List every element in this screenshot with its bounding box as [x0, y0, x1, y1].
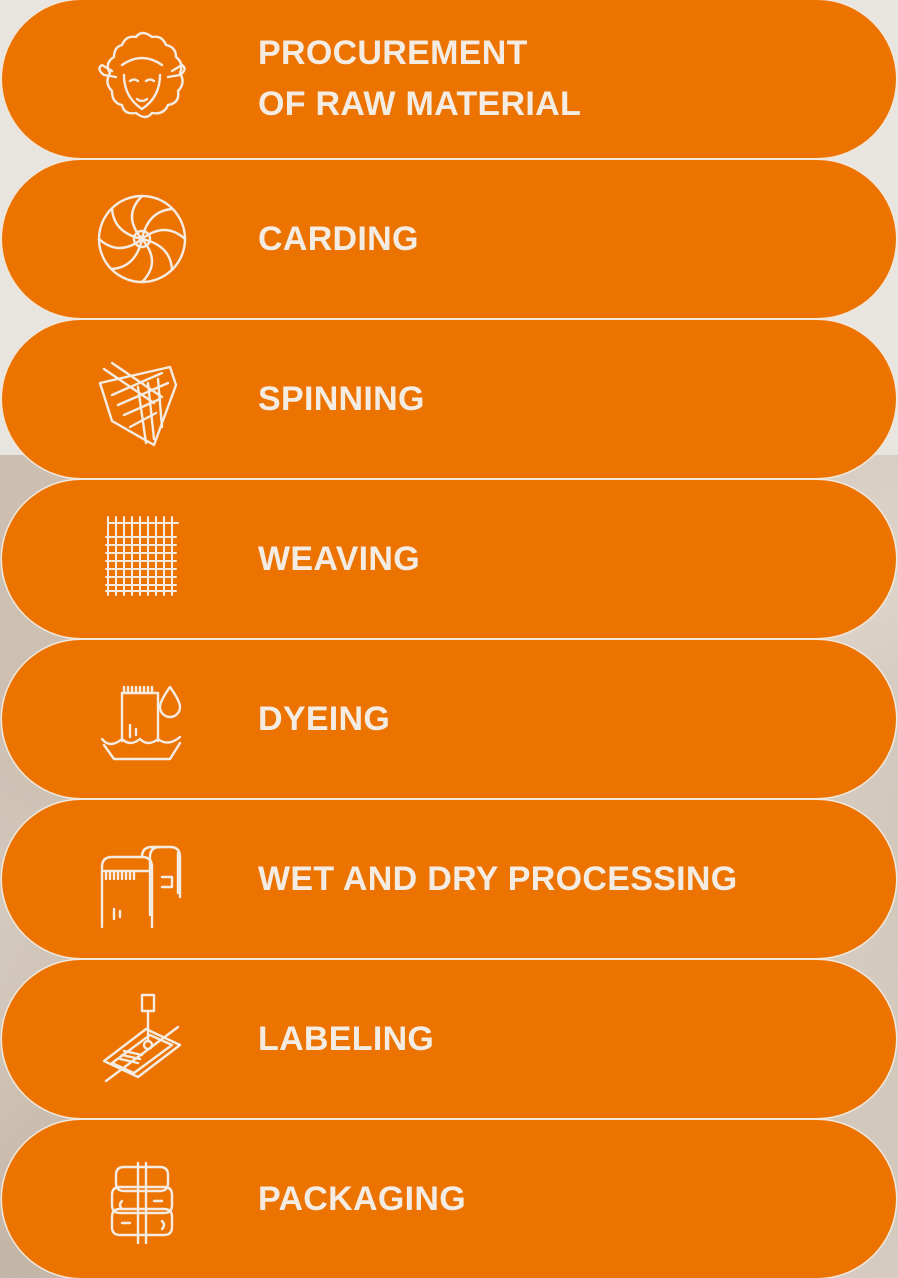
step-carding[interactable]: CARDING — [2, 160, 896, 318]
process-steps-list: PROCUREMENT OF RAW MATERIAL CARDING SPIN… — [0, 0, 898, 1278]
dye-bath-icon — [82, 663, 202, 775]
step-label: DYEING — [258, 699, 391, 738]
label-stamp-icon — [82, 983, 202, 1095]
step-labeling[interactable]: LABELING — [2, 960, 896, 1118]
step-label: LABELING — [258, 1019, 435, 1058]
step-dyeing[interactable]: DYEING — [2, 640, 896, 798]
yarn-spool-icon — [82, 343, 202, 455]
wool-ball-icon — [82, 183, 202, 295]
woven-fabric-icon — [82, 503, 202, 615]
fabric-stack-icon — [82, 1143, 202, 1255]
step-spinning[interactable]: SPINNING — [2, 320, 896, 478]
sheep-icon — [82, 23, 202, 135]
step-label: WET AND DRY PROCESSING — [258, 859, 738, 898]
step-procurement[interactable]: PROCUREMENT OF RAW MATERIAL — [2, 0, 896, 158]
step-label: PROCUREMENT OF RAW MATERIAL — [258, 34, 582, 123]
step-wet-dry-processing[interactable]: WET AND DRY PROCESSING — [2, 800, 896, 958]
step-packaging[interactable]: PACKAGING — [2, 1120, 896, 1278]
step-label: CARDING — [258, 219, 419, 258]
step-label: SPINNING — [258, 379, 425, 418]
fabric-rollers-icon — [82, 823, 202, 935]
step-label: WEAVING — [258, 539, 421, 578]
step-label: PACKAGING — [258, 1179, 466, 1218]
step-weaving[interactable]: WEAVING — [2, 480, 896, 638]
